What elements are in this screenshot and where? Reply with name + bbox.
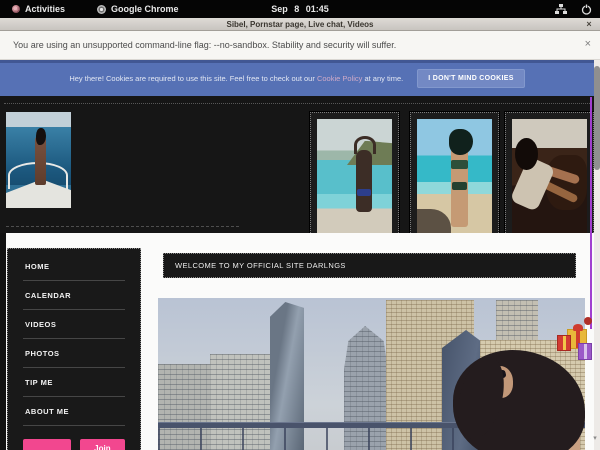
infobar-close-icon[interactable]: ×: [585, 38, 591, 50]
header-thumbnail-2[interactable]: [410, 112, 499, 247]
cookie-policy-link[interactable]: Cookie Policy: [317, 74, 362, 83]
system-top-bar: Activities Google Chrome Sep 8 01:45: [0, 0, 600, 18]
scroll-down-indicator-icon[interactable]: ▾: [590, 434, 600, 442]
header-thumbnail-1[interactable]: [310, 112, 399, 247]
gift-widget-string: [590, 97, 592, 329]
thumbnail-2-photo: [417, 119, 492, 240]
thumbnail-1-figure: [356, 150, 372, 212]
infobar-message: You are using an unsupported command-lin…: [13, 40, 396, 50]
window-title-bar[interactable]: Sibel, Pornstar page, Live chat, Videos …: [0, 18, 600, 31]
thumbnail-2-bikini-bottom: [452, 182, 467, 190]
thumbnail-1-photo: [317, 119, 392, 240]
header-logo-divider: [6, 226, 239, 227]
welcome-heading-bar: WELCOME TO MY OFFICIAL SITE DARLNGS: [163, 253, 576, 278]
gift-ornament-icon: [584, 317, 592, 325]
top-bar-right-group: [555, 0, 592, 18]
site-logo-photo[interactable]: [6, 112, 71, 208]
sidebar-item-tip-me[interactable]: TIP ME: [23, 368, 125, 397]
cookie-message-prefix: Hey there! Cookies are required to use t…: [69, 74, 317, 83]
sidebar-menu: HOME CALENDAR VIDEOS PHOTOS TIP ME ABOUT…: [7, 248, 141, 450]
sidebar-item-photos[interactable]: PHOTOS: [23, 339, 125, 368]
site-header: [0, 96, 594, 233]
desktop-screen: Activities Google Chrome Sep 8 01:45: [0, 0, 600, 450]
cookie-accept-button[interactable]: I DON'T MIND COOKIES: [417, 69, 524, 88]
power-icon[interactable]: [581, 4, 592, 15]
red-gift-ribbon: [563, 336, 566, 350]
window-close-icon[interactable]: ×: [583, 18, 595, 30]
cookie-message-suffix: at any time.: [362, 74, 403, 83]
logo-photo-sky: [6, 112, 71, 127]
thumbnail-1-bikini: [357, 189, 371, 196]
sidebar-item-videos[interactable]: VIDEOS: [23, 310, 125, 339]
window-title: Sibel, Pornstar page, Live chat, Videos: [226, 20, 373, 29]
join-me-button[interactable]: Join Me: [80, 439, 125, 450]
main-content-photo[interactable]: [158, 298, 585, 450]
sidebar-auth-buttons: Login Join Me: [23, 439, 125, 450]
cookie-message: Hey there! Cookies are required to use t…: [69, 74, 403, 83]
thumbnail-3-figure-hair: [515, 138, 538, 169]
welcome-heading: WELCOME TO MY OFFICIAL SITE DARLNGS: [175, 261, 346, 270]
sidebar-item-home[interactable]: HOME: [23, 252, 125, 281]
purple-gift-icon: [578, 343, 592, 360]
clock[interactable]: Sep 8 01:45: [0, 0, 600, 18]
purple-gift-ribbon: [584, 344, 587, 359]
network-icon[interactable]: [555, 4, 567, 14]
header-thumbnail-3[interactable]: [505, 112, 594, 247]
chrome-infobar: You are using an unsupported command-lin…: [0, 31, 600, 60]
scrollbar-thumb[interactable]: [594, 66, 600, 170]
gifts-widget[interactable]: [556, 315, 594, 363]
thumbnail-2-bikini-top: [451, 160, 468, 169]
login-button[interactable]: Login: [23, 439, 71, 450]
sidebar-item-calendar[interactable]: CALENDAR: [23, 281, 125, 310]
header-top-divider: [4, 103, 590, 104]
cookie-banner: Hey there! Cookies are required to use t…: [0, 60, 594, 96]
sidebar-item-about-me[interactable]: ABOUT ME: [23, 397, 125, 426]
red-gift-icon: [557, 335, 571, 351]
thumbnail-2-figure-hair: [449, 129, 473, 155]
gold-gift-bow: [573, 324, 583, 331]
browser-viewport: Hey there! Cookies are required to use t…: [0, 60, 600, 450]
thumbnail-3-photo: [512, 119, 587, 240]
